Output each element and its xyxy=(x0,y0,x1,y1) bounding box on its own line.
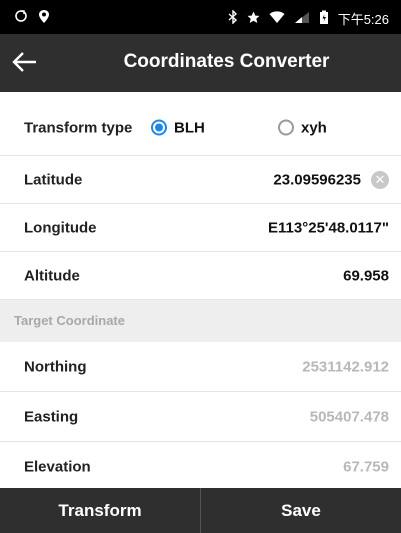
transform-button[interactable]: Transform xyxy=(0,488,200,533)
altitude-label: Altitude xyxy=(24,267,80,284)
latitude-row[interactable]: Latitude 23.09596235 ✕ xyxy=(0,156,401,204)
app-bar: Coordinates Converter xyxy=(0,34,401,92)
northing-value: 2531142.912 xyxy=(302,358,389,375)
easting-label: Easting xyxy=(24,408,79,425)
converter-form: Transform type BLH xyh Latitude 23.09596… xyxy=(0,92,401,492)
clock-time: 下午5:26 xyxy=(337,12,389,27)
bluetooth-icon xyxy=(228,9,238,27)
longitude-row[interactable]: Longitude E113°25'48.0117" xyxy=(0,204,401,252)
save-button[interactable]: Save xyxy=(201,488,401,533)
radio-unselected-icon xyxy=(278,119,294,136)
easting-row: Easting 505407.478 xyxy=(0,392,401,442)
arrow-left-icon xyxy=(10,52,40,81)
battery-icon xyxy=(319,10,329,28)
easting-value: 505407.478 xyxy=(309,408,389,425)
latitude-label: Latitude xyxy=(24,171,83,188)
altitude-field[interactable]: 69.958 xyxy=(343,267,389,284)
northing-label: Northing xyxy=(24,358,87,375)
transform-type-label: Transform type xyxy=(24,119,133,136)
back-button[interactable] xyxy=(10,47,44,79)
star-icon xyxy=(247,11,260,27)
radio-blh[interactable]: BLH xyxy=(151,119,205,136)
northing-row: Northing 2531142.912 xyxy=(0,342,401,392)
section-title: Target Coordinate xyxy=(14,313,125,328)
altitude-row[interactable]: Altitude 69.958 xyxy=(0,252,401,300)
radio-xyh-label: xyh xyxy=(301,119,327,136)
elevation-row: Elevation 67.759 xyxy=(0,442,401,492)
bottom-action-bar: Transform Save xyxy=(0,488,401,533)
page-title: Coordinates Converter xyxy=(123,51,330,72)
sync-icon xyxy=(14,9,28,27)
radio-blh-label: BLH xyxy=(174,119,205,136)
location-pin-icon xyxy=(38,9,50,27)
latitude-field[interactable]: 23.09596235 xyxy=(273,171,361,188)
clear-icon[interactable]: ✕ xyxy=(371,170,389,189)
wifi-icon xyxy=(269,10,285,27)
longitude-field[interactable]: E113°25'48.0117" xyxy=(268,219,389,236)
elevation-value: 67.759 xyxy=(343,458,389,475)
transform-type-row: Transform type BLH xyh xyxy=(0,92,401,156)
radio-selected-icon xyxy=(151,119,167,136)
target-coordinate-header: Target Coordinate xyxy=(0,300,401,342)
signal-icon xyxy=(294,11,310,27)
radio-xyh[interactable]: xyh xyxy=(278,119,327,136)
longitude-label: Longitude xyxy=(24,219,97,236)
elevation-label: Elevation xyxy=(24,458,91,475)
status-bar: 下午5:26 xyxy=(0,0,401,34)
